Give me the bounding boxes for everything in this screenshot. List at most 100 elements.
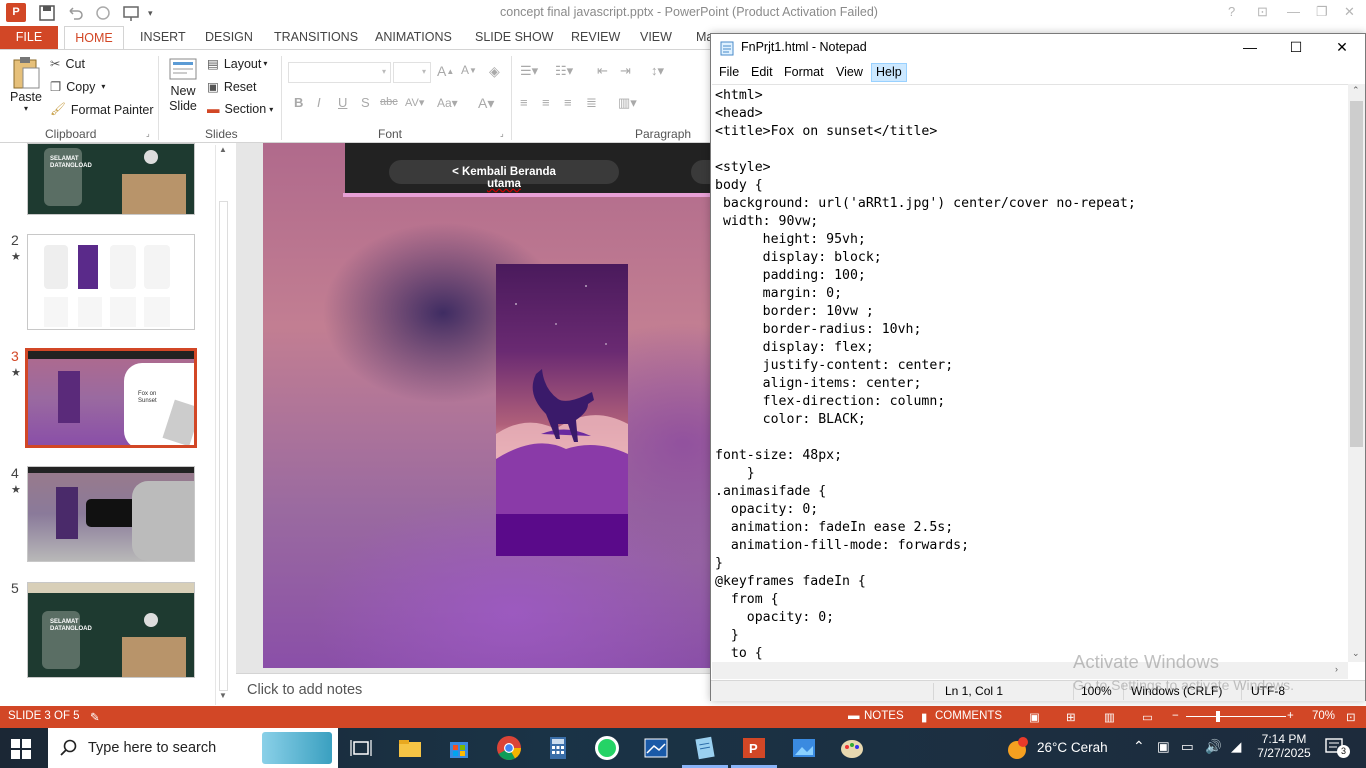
clear-formatting-icon[interactable]: ◈	[489, 63, 500, 80]
format-painter-button[interactable]: 🖌 Format Painter	[50, 102, 154, 117]
decrease-indent-icon[interactable]: ⇤	[597, 63, 608, 79]
ribbon-display-icon[interactable]: ⊡	[1257, 4, 1268, 20]
columns-icon[interactable]: ▥▾	[618, 95, 637, 111]
font-name-select[interactable]: ▾	[288, 62, 391, 83]
tab-slide-show[interactable]: SLIDE SHOW	[467, 26, 562, 49]
paint-icon[interactable]	[838, 734, 866, 762]
normal-view-icon[interactable]: ▣	[1029, 710, 1040, 724]
tab-design[interactable]: DESIGN	[197, 26, 261, 49]
menu-edit[interactable]: Edit	[751, 65, 773, 79]
copy-button[interactable]: ❐ Copy ▾	[50, 79, 105, 95]
microsoft-store-icon[interactable]	[445, 734, 473, 762]
undo-icon[interactable]	[64, 3, 86, 23]
fit-slide-icon[interactable]: ⊡	[1346, 710, 1356, 724]
dialog-launcher-icon[interactable]: ⌟	[500, 129, 504, 138]
tab-home[interactable]: HOME	[64, 26, 124, 49]
image-viewer-icon[interactable]	[790, 734, 818, 762]
menu-file[interactable]: File	[719, 65, 739, 79]
align-center-icon[interactable]: ≡	[542, 95, 550, 110]
spellcheck-icon[interactable]: ✎	[90, 710, 100, 724]
wifi-icon[interactable]: ◢	[1231, 739, 1241, 768]
scroll-right-icon[interactable]: ›	[1335, 664, 1338, 674]
network-icon[interactable]: ▭	[1181, 739, 1194, 768]
zoom-in-icon[interactable]: +	[1287, 710, 1294, 722]
tab-review[interactable]: REVIEW	[563, 26, 628, 49]
font-color-icon[interactable]: A▾	[478, 95, 494, 112]
increase-indent-icon[interactable]: ⇥	[620, 63, 631, 79]
menu-help[interactable]: Help	[871, 63, 907, 82]
maximize-button[interactable]: ☐	[1273, 34, 1319, 61]
notes-icon[interactable]: ▬	[848, 710, 860, 722]
battery-saver-icon[interactable]: ▣	[1157, 739, 1170, 768]
back-home-button[interactable]: < Kembali Beranda utama	[389, 160, 619, 190]
new-slide-button[interactable]: New Slide	[164, 56, 202, 114]
justify-icon[interactable]: ≣	[586, 95, 597, 111]
tab-animations[interactable]: ANIMATIONS	[367, 26, 460, 49]
slide-sorter-icon[interactable]: ⊞	[1066, 710, 1076, 724]
chrome-icon[interactable]	[495, 734, 523, 762]
menu-format[interactable]: Format	[784, 65, 824, 79]
align-right-icon[interactable]: ≡	[564, 95, 572, 110]
reading-view-icon[interactable]: ▥	[1104, 710, 1115, 724]
scrollbar-thumb[interactable]	[219, 201, 228, 691]
taskbar-search-box[interactable]: Type here to search	[48, 728, 338, 768]
notes-pane[interactable]: Click to add notes	[236, 673, 716, 706]
scroll-up-icon[interactable]: ▲	[219, 145, 227, 154]
zoom-slider-handle[interactable]	[1216, 711, 1220, 722]
close-button[interactable]: ✕	[1319, 34, 1365, 61]
italic-icon[interactable]: I	[317, 95, 321, 110]
editor-content[interactable]: <html> <head> <title>Fox on sunset</titl…	[712, 85, 1348, 662]
start-from-beginning-icon[interactable]	[120, 3, 142, 23]
cut-button[interactable]: ✂ Cut	[50, 56, 85, 72]
zoom-out-icon[interactable]: −	[1172, 710, 1179, 722]
menu-view[interactable]: View	[836, 65, 863, 79]
notes-button[interactable]: NOTES	[864, 710, 904, 722]
zoom-slider[interactable]	[1186, 716, 1286, 717]
bold-icon[interactable]: B	[294, 95, 303, 110]
thumbnails-scrollbar[interactable]: ▲ ▼	[215, 145, 231, 705]
minimize-icon[interactable]: —	[1287, 4, 1300, 19]
font-size-select[interactable]: ▾	[393, 62, 431, 83]
slide-thumbnail-4[interactable]	[27, 466, 195, 562]
slide-thumbnail-1[interactable]: SELAMAT DATANGLOAD	[27, 143, 195, 215]
notification-center-button[interactable]: 3	[1325, 738, 1350, 758]
scroll-down-icon[interactable]: ▼	[219, 691, 227, 700]
customize-qat-icon[interactable]: ▾	[148, 8, 153, 19]
comments-button[interactable]: COMMENTS	[935, 710, 1002, 722]
zoom-level[interactable]: 70%	[1312, 710, 1335, 722]
align-left-icon[interactable]: ≡	[520, 95, 528, 110]
tab-transitions[interactable]: TRANSITIONS	[266, 26, 366, 49]
dialog-launcher-icon[interactable]: ⌟	[146, 129, 150, 138]
vertical-scrollbar[interactable]: ⌃ ⌄	[1348, 84, 1365, 662]
show-hidden-icons-icon[interactable]: ⌃	[1133, 738, 1145, 768]
comments-icon[interactable]: ▮	[921, 710, 927, 724]
slide-thumbnail-2[interactable]	[27, 234, 195, 330]
photos-icon[interactable]	[642, 734, 670, 762]
file-explorer-icon[interactable]	[396, 734, 424, 762]
paste-button[interactable]: Paste ▾	[8, 56, 44, 113]
calculator-icon[interactable]	[544, 734, 572, 762]
decrease-font-icon[interactable]: A ▼	[461, 63, 477, 77]
slide-thumbnail-3[interactable]: Fox on Sunset	[25, 348, 197, 448]
bullets-icon[interactable]: ☰▾	[520, 63, 538, 79]
scrollbar-thumb[interactable]	[1350, 101, 1363, 447]
scroll-up-icon[interactable]: ⌃	[1352, 85, 1360, 96]
tab-file[interactable]: FILE	[0, 26, 58, 49]
increase-font-icon[interactable]: A ▲	[437, 63, 454, 79]
tab-view[interactable]: VIEW	[632, 26, 680, 49]
tab-insert[interactable]: INSERT	[132, 26, 194, 49]
change-case-icon[interactable]: Aa▾	[437, 96, 458, 110]
section-button[interactable]: ▬ Section ▾	[207, 102, 273, 116]
restore-icon[interactable]: ❐	[1316, 4, 1328, 20]
current-slide[interactable]: < Kembali Beranda utama	[263, 143, 713, 668]
character-spacing-icon[interactable]: AV▾	[405, 96, 424, 109]
clock[interactable]: 7:14 PM 7/27/2025	[1254, 728, 1314, 768]
numbering-icon[interactable]: ☷▾	[555, 63, 573, 79]
underline-icon[interactable]: U	[338, 95, 347, 110]
notepad-editor[interactable]: <html> <head> <title>Fox on sunset</titl…	[712, 84, 1348, 662]
slide-thumbnail-5[interactable]: SELAMAT DATANGLOAD	[27, 582, 195, 678]
close-icon[interactable]: ✕	[1344, 4, 1355, 20]
redo-icon[interactable]	[92, 3, 114, 23]
weather-widget[interactable]: 26°C Cerah	[1005, 728, 1125, 768]
help-icon[interactable]: ?	[1228, 4, 1235, 19]
